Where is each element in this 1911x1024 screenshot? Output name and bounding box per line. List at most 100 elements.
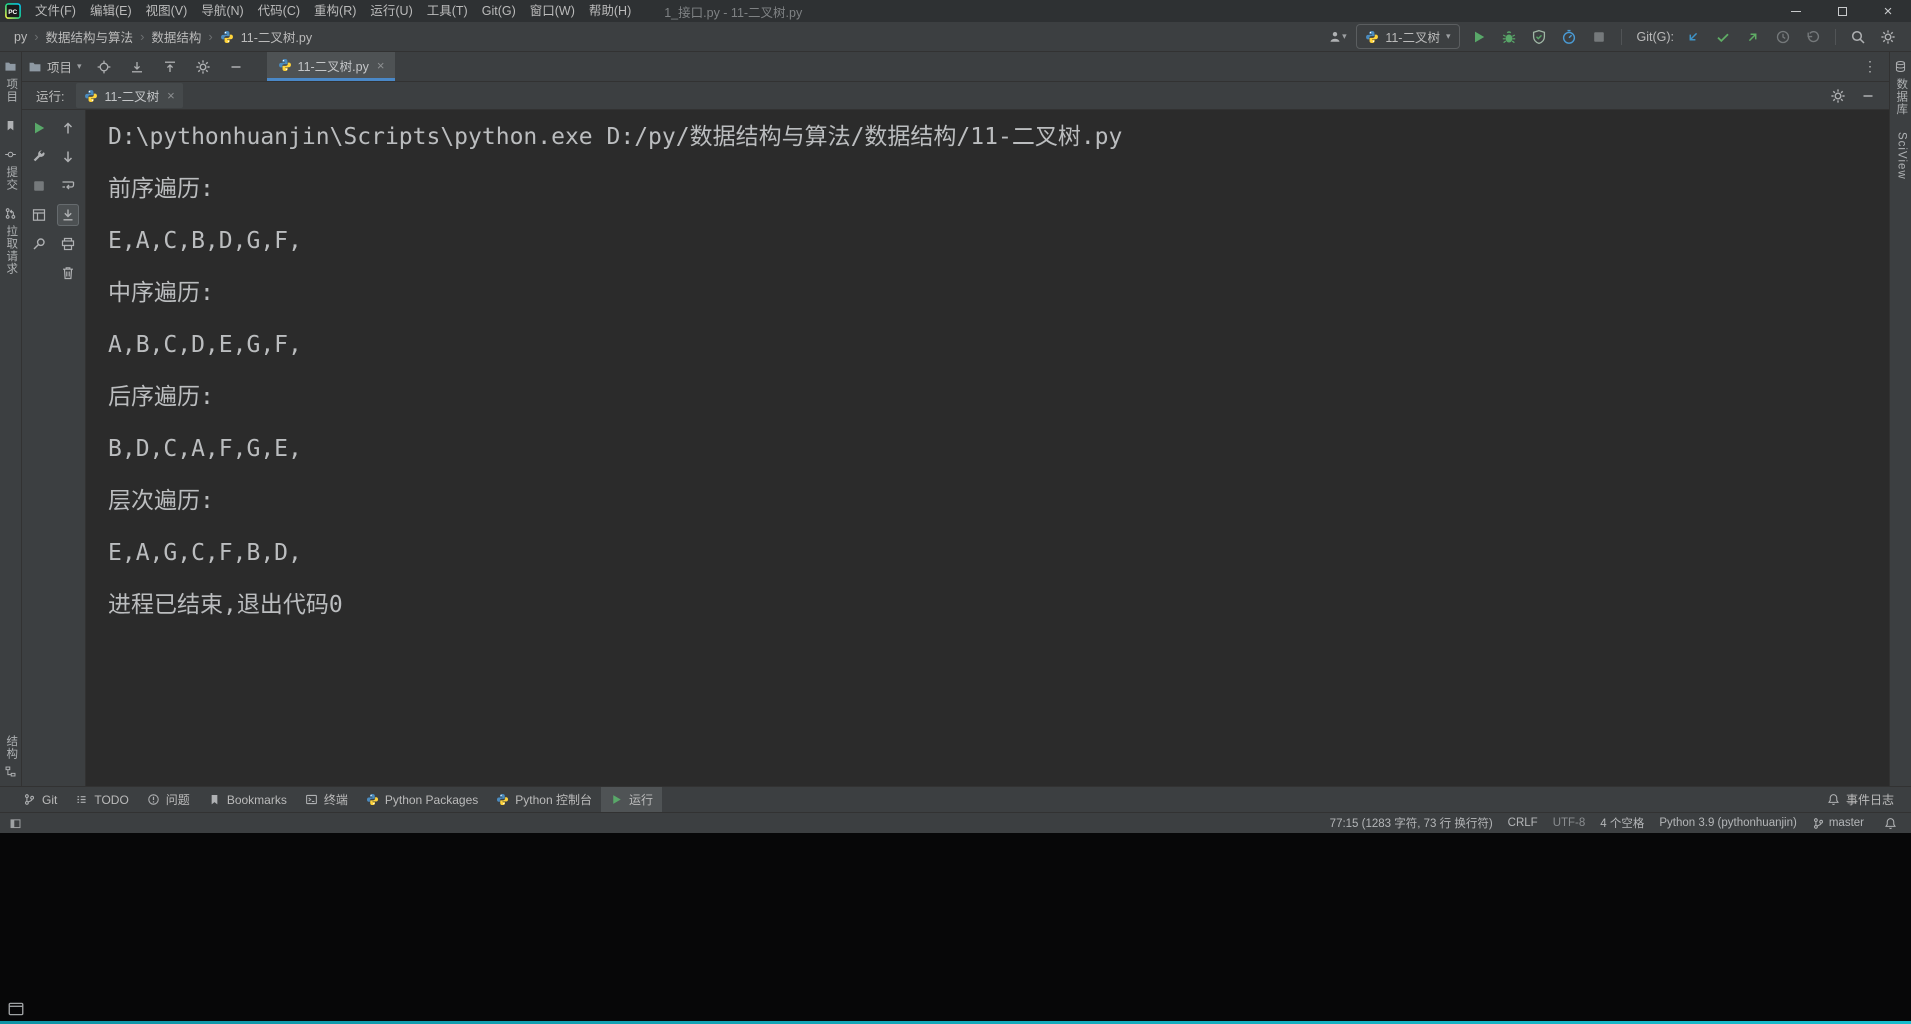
scroll-end-icon xyxy=(60,207,76,223)
history-button[interactable] xyxy=(1772,26,1794,48)
center-column: 项目 ▾ 11-二叉树.py × ⋮ 运行: 11-二叉树 × D:\pytho… xyxy=(22,52,1889,786)
tool-tab-label: 运行 xyxy=(628,793,653,807)
commit-button[interactable] xyxy=(1712,26,1734,48)
stripe-project-tab[interactable]: 项目 xyxy=(4,60,17,103)
menu-item[interactable]: 重构(R) xyxy=(307,0,363,22)
push-button[interactable] xyxy=(1742,26,1764,48)
pin-tab-button[interactable] xyxy=(28,233,50,255)
maximize-button[interactable] xyxy=(1819,0,1865,22)
run-console-output[interactable]: D:\pythonhuanjin\Scripts\python.exe D:/p… xyxy=(86,110,1889,786)
stripe-commit-tab[interactable]: 提交 xyxy=(4,148,17,191)
project-panel-title[interactable]: 项目 ▾ xyxy=(28,57,82,76)
tool-tab-problems[interactable]: 问题 xyxy=(138,787,199,812)
scroll-to-end-button[interactable] xyxy=(57,204,79,226)
close-button[interactable]: × xyxy=(1865,0,1911,22)
tool-tab-run[interactable]: 运行 xyxy=(600,787,662,812)
breadcrumb-subfolder[interactable]: 数据结构 xyxy=(151,27,201,46)
hide-run-panel-button[interactable] xyxy=(1857,85,1879,107)
run-tab[interactable]: 11-二叉树 × xyxy=(76,83,183,108)
profiler-button[interactable] xyxy=(1558,26,1580,48)
tool-tab-label: Bookmarks xyxy=(226,792,287,807)
restore-layout-button[interactable] xyxy=(28,204,50,226)
expand-all-button[interactable] xyxy=(126,56,148,78)
tool-tab-todo[interactable]: TODO xyxy=(66,787,137,812)
run-panel-settings-button[interactable] xyxy=(1827,85,1849,107)
indent-setting[interactable]: 4 个空格 xyxy=(1600,815,1644,831)
breadcrumb-file[interactable]: 11-二叉树.py xyxy=(241,27,312,46)
stop-button[interactable] xyxy=(1588,26,1610,48)
menu-item[interactable]: 运行(U) xyxy=(363,0,419,22)
tool-tab-python-console[interactable]: Python 控制台 xyxy=(487,787,601,812)
close-run-tab-icon[interactable]: × xyxy=(167,89,175,102)
tool-window-switcher-button[interactable] xyxy=(4,812,26,834)
minus-icon xyxy=(228,59,244,75)
check-icon xyxy=(1715,29,1731,45)
menu-item[interactable]: 帮助(H) xyxy=(582,0,638,22)
python-interpreter[interactable]: Python 3.9 (pythonhuanjin) xyxy=(1659,817,1796,829)
clear-all-button[interactable] xyxy=(57,262,79,284)
tool-tab-python-packages[interactable]: Python Packages xyxy=(357,787,487,812)
collapse-all-button[interactable] xyxy=(159,56,181,78)
tool-tab-git[interactable]: Git xyxy=(14,787,66,812)
close-tab-icon[interactable]: × xyxy=(377,59,385,72)
rollback-button[interactable] xyxy=(1802,26,1824,48)
run-toolbar-col-2 xyxy=(55,117,81,284)
caret-position[interactable]: 77:15 (1283 字符, 73 行 换行符) xyxy=(1330,815,1493,831)
settings-button[interactable] xyxy=(1877,26,1899,48)
next-trace-button[interactable] xyxy=(57,146,79,168)
tool-tab-bookmarks[interactable]: Bookmarks xyxy=(199,787,296,812)
run-button[interactable] xyxy=(1468,26,1490,48)
event-log-button[interactable]: 事件日志 xyxy=(1818,787,1903,812)
hide-panel-button[interactable] xyxy=(225,56,247,78)
print-button[interactable] xyxy=(57,233,79,255)
code-with-me-button[interactable]: ▾ xyxy=(1326,26,1348,48)
menu-item[interactable]: 窗口(W) xyxy=(523,0,582,22)
stripe-project-label: 项目 xyxy=(5,78,18,103)
menu-item[interactable]: 工具(T) xyxy=(420,0,475,22)
coverage-button[interactable] xyxy=(1528,26,1550,48)
taskbar-window-icon[interactable] xyxy=(7,1000,25,1018)
update-project-button[interactable] xyxy=(1682,26,1704,48)
breadcrumb-project[interactable]: py xyxy=(14,30,27,44)
notifications-button[interactable] xyxy=(1879,812,1901,834)
menu-item[interactable]: 文件(F) xyxy=(28,0,83,22)
run-config-selector[interactable]: 11-二叉树 ▾ xyxy=(1356,24,1460,49)
git-label: Git(G): xyxy=(1636,29,1675,44)
menu-item[interactable]: Git(G) xyxy=(475,0,523,22)
edit-run-config-button[interactable] xyxy=(28,146,50,168)
gauge-icon xyxy=(1561,29,1577,45)
python-icon xyxy=(366,793,379,806)
line-separator[interactable]: CRLF xyxy=(1508,817,1538,829)
python-file-icon xyxy=(220,30,234,44)
chevron-down-icon: ▾ xyxy=(1445,31,1451,41)
locate-file-button[interactable] xyxy=(93,56,115,78)
minimize-button[interactable] xyxy=(1773,0,1819,22)
panel-settings-button[interactable] xyxy=(192,56,214,78)
tool-tab-terminal[interactable]: 终端 xyxy=(296,787,357,812)
search-everywhere-button[interactable] xyxy=(1847,26,1869,48)
soft-wrap-button[interactable] xyxy=(57,175,79,197)
clock-icon xyxy=(1775,29,1791,45)
menu-item[interactable]: 编辑(E) xyxy=(83,0,139,22)
rerun-button[interactable] xyxy=(28,117,50,139)
stripe-sciview-tab[interactable]: SciView xyxy=(1895,132,1907,180)
structure-icon xyxy=(4,765,17,778)
menu-item[interactable]: 导航(N) xyxy=(194,0,250,22)
stop-process-button[interactable] xyxy=(28,175,50,197)
undo-icon xyxy=(1805,29,1821,45)
prev-trace-button[interactable] xyxy=(57,117,79,139)
console-line: B,D,C,A,F,G,E, xyxy=(108,436,302,462)
breadcrumb-folder[interactable]: 数据结构与算法 xyxy=(46,27,134,46)
stripe-structure-tab[interactable]: 结构 xyxy=(4,735,17,778)
stripe-database-tab[interactable]: 数据库 xyxy=(1894,60,1907,116)
stripe-bookmarks-tab[interactable] xyxy=(4,119,17,132)
menu-item[interactable]: 视图(V) xyxy=(139,0,195,22)
debug-button[interactable] xyxy=(1498,26,1520,48)
chevron-right-icon: › xyxy=(140,29,145,44)
stripe-pull-requests-tab[interactable]: 拉取请求 xyxy=(4,207,17,275)
editor-tab[interactable]: 11-二叉树.py × xyxy=(266,52,396,81)
menu-item[interactable]: 代码(C) xyxy=(251,0,307,22)
tab-options-button[interactable]: ⋮ xyxy=(1851,52,1889,81)
file-encoding[interactable]: UTF-8 xyxy=(1553,817,1586,829)
git-branch-widget[interactable]: master xyxy=(1812,817,1864,830)
